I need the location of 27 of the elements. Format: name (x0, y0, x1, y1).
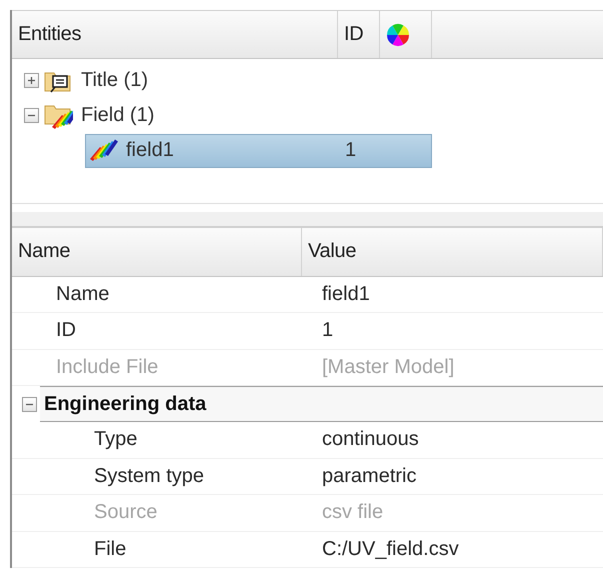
plus-icon (27, 76, 36, 86)
property-name: Source (93, 501, 158, 524)
property-value: continuous (321, 428, 419, 452)
collapse-toggle[interactable] (24, 108, 39, 124)
tree-item[interactable]: Field (1) (42, 98, 162, 134)
property-name: ID (55, 319, 77, 342)
property-value: csv file (321, 501, 384, 524)
property-value: [Master Model] (321, 356, 454, 379)
property-value: C:/UV_field.csv (321, 538, 459, 561)
collapse-toggle[interactable] (22, 396, 37, 412)
property-name: System type (93, 464, 206, 488)
property-value: parametric (321, 464, 416, 488)
property-value: 1 (321, 319, 334, 342)
column-header[interactable]: Name (12, 228, 302, 276)
tree-item[interactable]: Title (1) (42, 62, 156, 99)
property-value: field1 (321, 282, 370, 306)
property-name: Type (93, 428, 138, 452)
tree-item[interactable]: field1 1 (85, 134, 432, 168)
color-wheel-icon (386, 22, 410, 47)
group-header[interactable]: Engineering data (40, 386, 603, 422)
column-header[interactable]: Value (302, 228, 603, 276)
expand-toggle[interactable] (24, 73, 39, 88)
column-header[interactable]: ID (338, 11, 380, 58)
column-header[interactable]: Entities (12, 11, 338, 58)
property-name: File (93, 538, 128, 561)
property-name: Include File (55, 356, 160, 379)
property-name: Name (55, 282, 110, 306)
